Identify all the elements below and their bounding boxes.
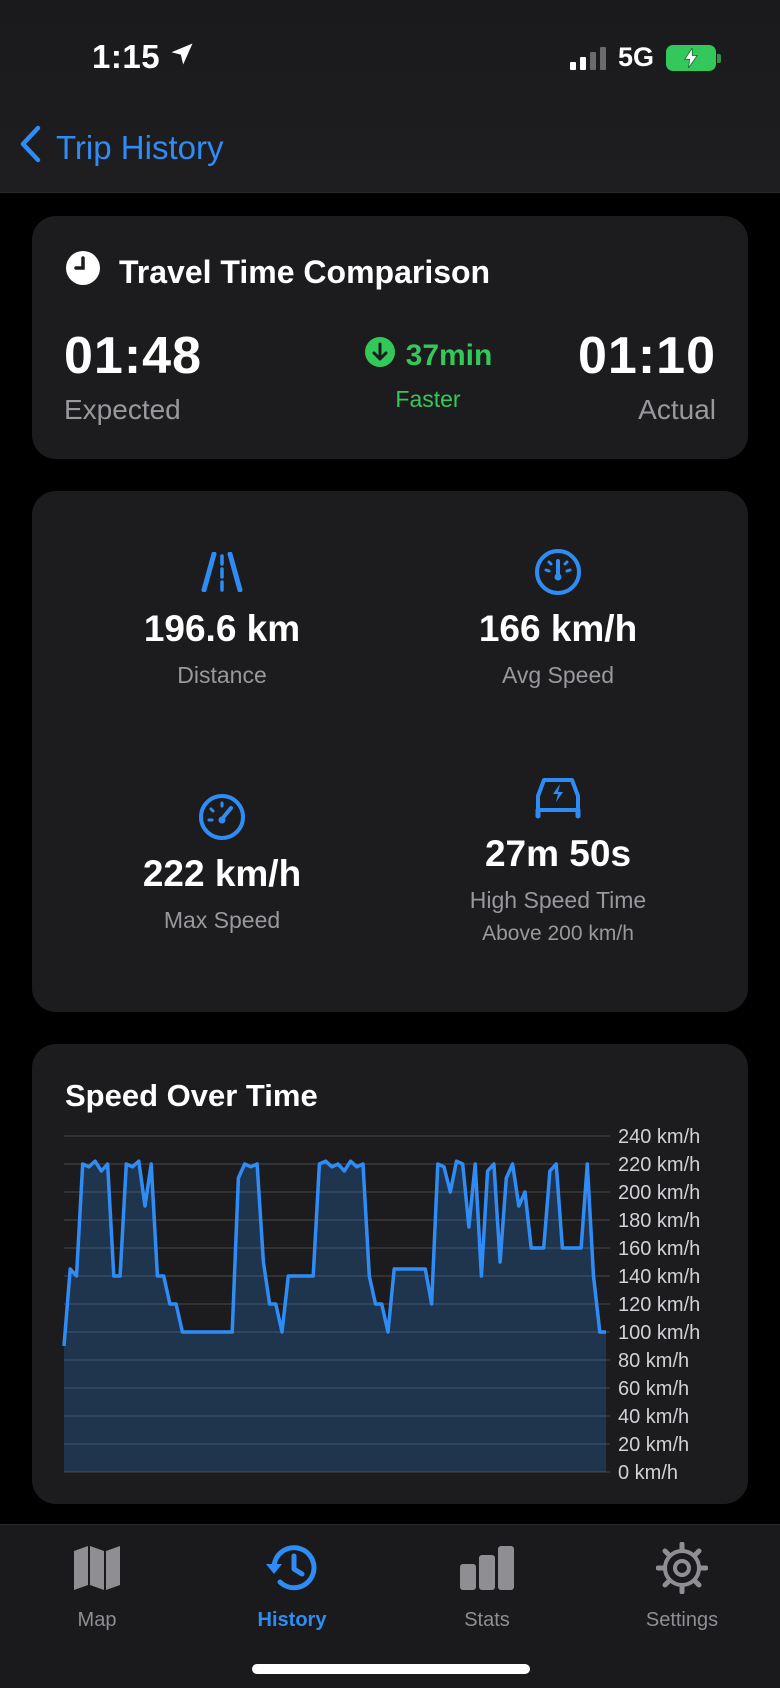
- distance-value: 196.6 km: [143, 608, 301, 649]
- y-tick-label: 20 km/h: [618, 1434, 689, 1456]
- avg-speed-value: 166 km/h: [478, 608, 638, 649]
- max-speed-label: Max Speed: [163, 907, 281, 933]
- trip-stats-card: 196.6 km Distance 166 km/h Avg Speed 222…: [32, 491, 748, 1012]
- max-speed-value: 222 km/h: [142, 853, 302, 894]
- back-button[interactable]: Trip History: [18, 125, 223, 171]
- back-label: Trip History: [56, 129, 224, 166]
- tab-map[interactable]: Map: [17, 1539, 177, 1632]
- y-tick-label: 220 km/h: [618, 1154, 700, 1176]
- tab-settings-label: Settings: [645, 1609, 719, 1631]
- y-tick-label: 160 km/h: [618, 1238, 700, 1260]
- high-speed-time-stat: 27m 50s High Speed Time Above 200 km/h: [388, 771, 728, 946]
- speed-chart-card: Speed Over Time 240 km/h 220 km/h 200 km/h…: [32, 1044, 748, 1504]
- delta-label: Faster: [395, 386, 461, 412]
- high-speed-time-value: 27m 50s: [484, 833, 632, 874]
- distance-label: Distance: [177, 662, 267, 688]
- y-tick-label: 0 km/h: [618, 1462, 678, 1484]
- tab-stats[interactable]: Stats: [407, 1539, 567, 1632]
- electric-car-icon: [388, 771, 728, 823]
- y-tick-label: 60 km/h: [618, 1378, 689, 1400]
- status-time: 1:15: [92, 38, 161, 75]
- expected-label: Expected: [64, 394, 181, 425]
- delta-value: 37min: [405, 339, 493, 372]
- home-indicator: [252, 1664, 530, 1674]
- tab-history[interactable]: History: [212, 1539, 372, 1632]
- gauge-icon: [388, 546, 728, 598]
- stats-icon: [407, 1539, 567, 1597]
- max-speed-stat: 222 km/h Max Speed: [52, 791, 392, 934]
- map-icon: [17, 1539, 177, 1597]
- location-arrow-icon: [168, 38, 196, 76]
- status-indicators: 5G: [569, 42, 721, 73]
- speedometer-icon: [52, 791, 392, 843]
- tab-history-label: History: [257, 1609, 327, 1631]
- top-bar: 1:15 5G Trip History: [0, 0, 780, 193]
- y-tick-label: 80 km/h: [618, 1350, 689, 1372]
- avg-speed-label: Avg Speed: [501, 662, 615, 688]
- distance-stat: 196.6 km Distance: [52, 546, 392, 689]
- tab-settings[interactable]: Settings: [602, 1539, 762, 1632]
- gear-icon: [602, 1539, 762, 1597]
- time-delta: 37min Faster: [328, 336, 528, 413]
- high-speed-threshold: Above 200 km/h: [482, 922, 634, 945]
- y-tick-label: 140 km/h: [618, 1266, 700, 1288]
- network-label: 5G: [617, 42, 654, 72]
- y-tick-label: 200 km/h: [618, 1182, 700, 1204]
- y-tick-label: 240 km/h: [618, 1126, 700, 1148]
- speed-chart: 240 km/h 220 km/h 200 km/h 180 km/h 160 km/h…: [62, 1126, 700, 1484]
- y-tick-label: 40 km/h: [618, 1406, 689, 1428]
- y-tick-label: 180 km/h: [618, 1210, 700, 1232]
- speed-area: [64, 1161, 606, 1472]
- travel-time-title: Travel Time Comparison: [65, 250, 490, 294]
- history-icon: [212, 1539, 372, 1597]
- screen: 1:15 5G Trip History Travel Time Compari…: [0, 0, 780, 1688]
- travel-time-card: Travel Time Comparison 01:48 Expected 37…: [32, 216, 748, 459]
- signal-icon: [569, 46, 606, 70]
- tab-stats-label: Stats: [464, 1609, 510, 1631]
- avg-speed-stat: 166 km/h Avg Speed: [388, 546, 728, 689]
- travel-time-title-text: Travel Time Comparison: [119, 253, 491, 290]
- expected-time: 01:48: [64, 327, 202, 385]
- chevron-left-icon: [18, 125, 42, 171]
- high-speed-time-label: High Speed Time: [469, 887, 647, 913]
- y-tick-label: 120 km/h: [618, 1294, 700, 1316]
- y-tick-label: 100 km/h: [618, 1322, 700, 1344]
- status-time-group: 1:15: [92, 38, 196, 76]
- actual-time: 01:10: [578, 327, 716, 385]
- arrow-down-circle-icon: [364, 336, 396, 376]
- battery-charging-icon: [666, 44, 721, 71]
- actual-label: Actual: [638, 394, 716, 425]
- road-icon: [52, 546, 392, 598]
- tab-map-label: Map: [77, 1609, 117, 1631]
- clock-icon: [65, 250, 101, 294]
